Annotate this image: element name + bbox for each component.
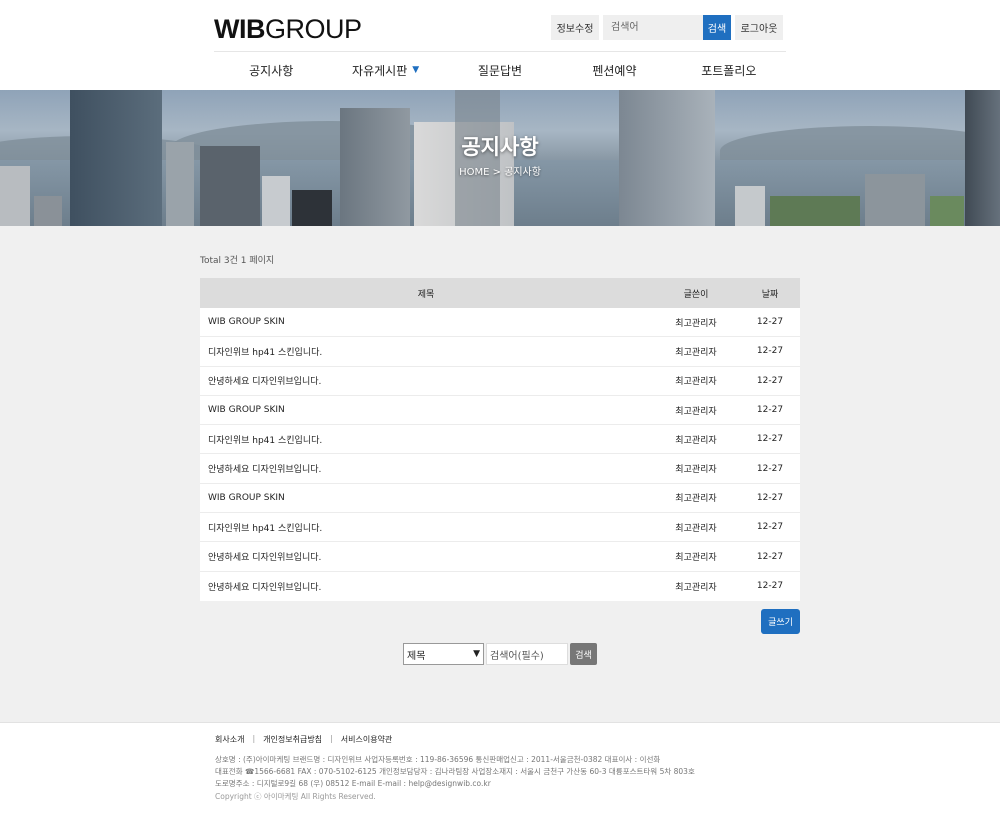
post-title[interactable]: 디자인위브 hp41 스킨입니다. [200, 433, 652, 446]
nav-item-label: 공지사항 [249, 63, 294, 78]
post-date: 12-27 [756, 492, 784, 503]
post-date: 12-27 [756, 522, 784, 533]
post-date: 12-27 [756, 317, 784, 328]
post-title[interactable]: 디자인위브 hp41 스킨입니다. [200, 521, 652, 534]
board-content: Total 3건 1 페이지 제목 글쓴이 날짜 WIB GROUP SKIN 최… [0, 226, 1000, 722]
post-date: 12-27 [756, 581, 784, 592]
nav-item-free-board[interactable]: 자유게시판 ▼ [328, 52, 442, 88]
table-row[interactable]: 디자인위브 hp41 스킨입니다. 최고관리자 12-27 [200, 513, 800, 543]
footer-info-line: 상호명 : (주)아이마케팅 브랜드명 : 디자인위브 사업자등록번호 : 11… [215, 755, 661, 764]
post-date: 12-27 [756, 434, 784, 445]
post-date: 12-27 [756, 551, 784, 562]
post-title[interactable]: 디자인위브 hp41 스킨입니다. [200, 345, 652, 358]
post-title[interactable]: WIB GROUP SKIN [200, 493, 652, 503]
post-date: 12-27 [756, 375, 784, 386]
main-nav: 공지사항 자유게시판 ▼ 질문답변 펜션예약 포트폴리오 [214, 52, 786, 88]
hero-building [262, 176, 290, 226]
post-writer: 최고관리자 [675, 406, 717, 417]
nav-item-label: 자유게시판 [352, 63, 408, 78]
top-utility-bar: 정보수정 검색 로그아웃 [551, 15, 783, 40]
write-post-button[interactable]: 글쓰기 [761, 609, 800, 634]
hero-building [292, 190, 332, 226]
nav-item-qna[interactable]: 질문답변 [443, 52, 557, 88]
hero-building [735, 186, 765, 226]
logo-bold-text: WIB [214, 14, 265, 44]
header-search-button[interactable]: 검색 [703, 15, 731, 40]
table-row[interactable]: 디자인위브 hp41 스킨입니다. 최고관리자 12-27 [200, 337, 800, 367]
board-search-input[interactable]: 검색어(필수) [486, 643, 568, 665]
post-writer: 최고관리자 [675, 553, 717, 564]
post-title[interactable]: 안녕하세요 디자인위브입니다. [200, 550, 652, 563]
board-total-count: Total 3건 1 페이지 [200, 256, 275, 266]
table-row[interactable]: 안녕하세요 디자인위브입니다. 최고관리자 12-27 [200, 542, 800, 572]
post-title[interactable]: 안녕하세요 디자인위브입니다. [200, 374, 652, 387]
post-title[interactable]: WIB GROUP SKIN [200, 405, 652, 415]
footer-info-line: 대표전화 ☎1566-6681 FAX : 070-5102-6125 개인정보… [215, 767, 695, 776]
post-writer: 최고관리자 [675, 347, 717, 358]
breadcrumb: HOME > 공지사항 [459, 167, 541, 178]
footer-link-about[interactable]: 회사소개 [215, 734, 244, 745]
nav-item-notice[interactable]: 공지사항 [214, 52, 328, 88]
post-date: 12-27 [756, 346, 784, 357]
post-writer: 최고관리자 [675, 523, 717, 534]
table-row[interactable]: WIB GROUP SKIN 최고관리자 12-27 [200, 396, 800, 426]
hero-park [930, 196, 964, 226]
nav-item-label: 펜션예약 [592, 63, 637, 78]
post-writer: 최고관리자 [675, 377, 717, 388]
board-search-bar: 제목 ▼ 검색어(필수) 검색 [403, 643, 597, 665]
page-title: 공지사항 [461, 135, 539, 159]
table-row[interactable]: 안녕하세요 디자인위브입니다. 최고관리자 12-27 [200, 454, 800, 484]
post-writer: 최고관리자 [675, 582, 717, 593]
board-search-button[interactable]: 검색 [570, 643, 597, 665]
table-row[interactable]: WIB GROUP SKIN 최고관리자 12-27 [200, 484, 800, 514]
footer-links: 회사소개 | 개인정보취급방침 | 서비스이용약관 [215, 734, 392, 745]
site-header: WIBGROUP 정보수정 검색 로그아웃 공지사항 자유게시판 ▼ 질문답변 펜… [0, 0, 1000, 90]
nav-item-label: 포트폴리오 [701, 63, 757, 78]
site-footer: 회사소개 | 개인정보취급방침 | 서비스이용약관 상호명 : (주)아이마케팅… [0, 722, 1000, 821]
board-table: 제목 글쓴이 날짜 WIB GROUP SKIN 최고관리자 12-27 디자인위브… [200, 278, 800, 601]
chevron-down-icon: ▼ [412, 65, 420, 75]
logout-button[interactable]: 로그아웃 [735, 15, 783, 40]
chevron-down-icon: ▼ [473, 649, 480, 659]
table-row[interactable]: 디자인위브 hp41 스킨입니다. 최고관리자 12-27 [200, 425, 800, 455]
footer-link-separator: | [330, 734, 333, 743]
post-writer: 최고관리자 [675, 318, 717, 329]
hero-park [770, 196, 860, 226]
post-title[interactable]: 안녕하세요 디자인위브입니다. [200, 580, 652, 593]
search-field-select[interactable]: 제목 ▼ [403, 643, 484, 665]
post-title[interactable]: WIB GROUP SKIN [200, 317, 652, 327]
footer-link-terms[interactable]: 서비스이용약관 [341, 734, 393, 745]
hero-building [865, 174, 925, 226]
post-writer: 최고관리자 [675, 494, 717, 505]
footer-copyright: Copyright ⓒ 아이마케팅 All Rights Reserved. [215, 792, 376, 801]
footer-link-privacy[interactable]: 개인정보취급방침 [263, 734, 322, 745]
footer-info-line: 도로명주소 : 디지털로9길 68 (우) 08512 E-mail E-mai… [215, 779, 491, 788]
table-row[interactable]: WIB GROUP SKIN 최고관리자 12-27 [200, 308, 800, 338]
nav-item-label: 질문답변 [477, 63, 523, 78]
post-date: 12-27 [756, 463, 784, 474]
footer-company-info: 상호명 : (주)아이마케팅 브랜드명 : 디자인위브 사업자등록번호 : 11… [215, 754, 695, 790]
logo-light-text: GROUP [264, 14, 362, 44]
nav-item-portfolio[interactable]: 포트폴리오 [672, 52, 786, 88]
hero-building [34, 196, 62, 226]
post-writer: 최고관리자 [675, 465, 717, 476]
post-writer: 최고관리자 [675, 435, 717, 446]
table-header: 제목 글쓴이 날짜 [200, 278, 800, 308]
hero-banner: 공지사항 HOME > 공지사항 [0, 90, 1000, 226]
column-header-date: 날짜 [761, 289, 779, 300]
search-field-value: 제목 [407, 650, 426, 662]
column-header-title: 제목 [417, 289, 435, 300]
column-header-writer: 글쓴이 [683, 289, 709, 300]
post-date: 12-27 [756, 405, 784, 416]
table-row[interactable]: 안녕하세요 디자인위브입니다. 최고관리자 12-27 [200, 367, 800, 396]
post-title[interactable]: 안녕하세요 디자인위브입니다. [200, 462, 652, 475]
header-search-input[interactable] [603, 15, 703, 40]
edit-profile-button[interactable]: 정보수정 [551, 15, 599, 40]
table-row[interactable]: 안녕하세요 디자인위브입니다. 최고관리자 12-27 [200, 572, 800, 601]
site-logo[interactable]: WIBGROUP [214, 14, 362, 45]
footer-link-separator: | [252, 734, 256, 743]
nav-item-pension-booking[interactable]: 펜션예약 [557, 52, 671, 88]
